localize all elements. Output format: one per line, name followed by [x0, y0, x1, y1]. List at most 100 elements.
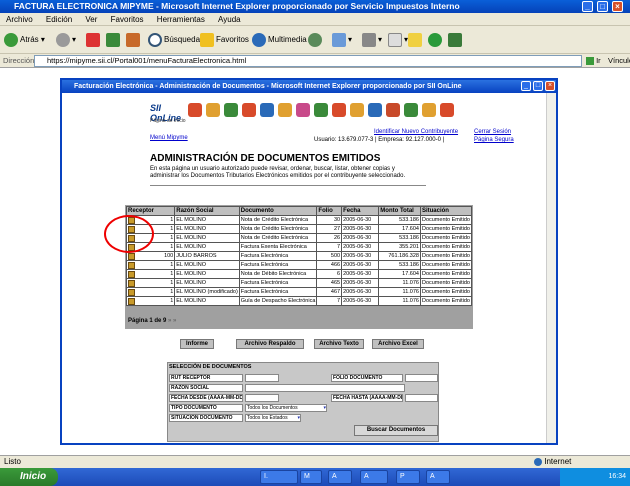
menu-favoritos[interactable]: Favoritos: [111, 15, 144, 24]
menu-herramientas[interactable]: Herramientas: [157, 15, 205, 24]
edit-icon[interactable]: [128, 297, 135, 305]
menu-ver[interactable]: Ver: [85, 15, 97, 24]
table-row[interactable]: 1 EL MOLINO Nota de Crédito Electrónica 30 2…: [125, 215, 473, 225]
service-icon-2[interactable]: [206, 103, 220, 117]
col-receptor[interactable]: Receptor: [125, 206, 176, 216]
tipo-documento-select[interactable]: Todos los Documentos ▾: [245, 404, 327, 412]
col-fecha[interactable]: Fecha: [341, 206, 380, 216]
history-button[interactable]: [308, 31, 324, 49]
popup-scrollbar[interactable]: [546, 93, 556, 443]
col-documento[interactable]: Documento: [238, 206, 318, 216]
search-documents-button[interactable]: Buscar Documentos: [354, 425, 438, 436]
table-row[interactable]: 1 EL MOLINO Factura Electrónica 466 2005-06-…: [125, 260, 473, 270]
table-row[interactable]: 1 EL MOLINO Nota de Débito Electrónica 6 200…: [125, 269, 473, 279]
service-icon-7[interactable]: [296, 103, 310, 117]
chevron-down-icon: ▾: [297, 415, 300, 421]
search-button[interactable]: Búsqueda: [148, 31, 200, 49]
table-row[interactable]: 1 EL MOLINO Factura Exenta Electrónica 7 200…: [125, 242, 473, 252]
service-icon-1[interactable]: [188, 103, 202, 117]
col-situacion[interactable]: Situación: [419, 206, 473, 216]
taskbar-item-5[interactable]: P: [396, 470, 420, 484]
address-input[interactable]: https://mipyme.sii.cl/Portal001/menuFact…: [34, 55, 582, 67]
service-icon-13[interactable]: [404, 103, 418, 117]
forward-button[interactable]: ▾: [56, 31, 76, 49]
messenger-button[interactable]: [428, 31, 444, 49]
service-icon-6[interactable]: [278, 103, 292, 117]
edit-icon[interactable]: [128, 270, 135, 278]
home-label[interactable]: Página de Inicio: [150, 118, 186, 124]
edit-icon[interactable]: [128, 279, 135, 287]
popup-minimize-button[interactable]: _: [521, 81, 531, 91]
service-icon-3[interactable]: [224, 103, 238, 117]
table-row[interactable]: 100 JULIO BARROS Factura Electrónica 500 200…: [125, 251, 473, 261]
situacion-select[interactable]: Todos los Estados ▾: [245, 414, 301, 422]
menu-ayuda[interactable]: Ayuda: [218, 15, 241, 24]
edit-button[interactable]: ▾: [388, 31, 408, 49]
taskbar-item-3[interactable]: A: [328, 470, 352, 484]
archivo-excel-button[interactable]: Archivo Excel: [372, 339, 424, 349]
next-page-icon[interactable]: » »: [168, 318, 176, 324]
popup-close-button[interactable]: ×: [545, 81, 555, 91]
chevron-down-icon: ▾: [323, 405, 326, 411]
popup-maximize-button[interactable]: □: [533, 81, 543, 91]
menu-bar: Archivo Edición Ver Favoritos Herramient…: [0, 13, 630, 26]
col-razon-social[interactable]: Razón Social: [174, 206, 240, 216]
minimize-button[interactable]: _: [582, 1, 593, 12]
archivo-respaldo-button[interactable]: Archivo Respaldo: [236, 339, 304, 349]
service-icon-5[interactable]: [260, 103, 274, 117]
home-button[interactable]: [126, 31, 142, 49]
edit-icon[interactable]: [128, 288, 135, 296]
fecha-hasta-input[interactable]: [405, 394, 438, 402]
taskbar-item-6[interactable]: A: [426, 470, 450, 484]
taskbar-item-1[interactable]: I.: [260, 470, 298, 484]
service-icon-11[interactable]: [368, 103, 382, 117]
discuss-button[interactable]: [408, 31, 424, 49]
history-icon: [308, 32, 322, 47]
taskbar-item-2[interactable]: M: [300, 470, 322, 484]
stop-button[interactable]: [86, 31, 102, 49]
identify-contributor-link[interactable]: Identificar Nuevo Contribuyente: [374, 129, 458, 135]
close-button[interactable]: ×: [612, 1, 623, 12]
taskbar-item-4[interactable]: A: [360, 470, 388, 484]
menu-mipyme-link[interactable]: Menú Mipyme: [150, 135, 188, 141]
menu-archivo[interactable]: Archivo: [6, 15, 33, 24]
mail-button[interactable]: ▾: [332, 31, 352, 49]
edit-icon[interactable]: [128, 252, 135, 260]
refresh-button[interactable]: [106, 31, 122, 49]
rut-input[interactable]: [245, 374, 279, 382]
service-icon-4[interactable]: [242, 103, 256, 117]
clover-icon: [428, 32, 442, 47]
col-monto[interactable]: Monto Total: [378, 206, 421, 216]
folio-input[interactable]: [405, 374, 438, 382]
service-icon-14[interactable]: [422, 103, 436, 117]
back-button[interactable]: Atrás ▾: [4, 31, 45, 49]
table-row[interactable]: 1 EL MOLINO Factura Electrónica 465 2005-06-…: [125, 278, 473, 288]
table-row[interactable]: 1 EL MOLINO Nota de Crédito Electrónica 27 2…: [125, 224, 473, 234]
zone-indicator: Internet: [534, 456, 571, 468]
table-row[interactable]: 1 EL MOLINO Nota de Crédito Electrónica 26 2…: [125, 233, 473, 243]
logout-link[interactable]: Cerrar Sesión: [474, 129, 511, 135]
links-label[interactable]: Vínculos: [608, 54, 630, 68]
service-icon-15[interactable]: [440, 103, 454, 117]
service-icon-8[interactable]: [314, 103, 328, 117]
edit-icon[interactable]: [128, 261, 135, 269]
archivo-texto-button[interactable]: Archivo Texto: [314, 339, 364, 349]
razon-social-input[interactable]: [245, 384, 405, 392]
extra-button[interactable]: [448, 31, 464, 49]
service-icon-12[interactable]: [386, 103, 400, 117]
menu-edicion[interactable]: Edición: [46, 15, 72, 24]
table-row[interactable]: 1 EL MOLINO (modificado) Factura Electróni…: [125, 287, 473, 297]
start-button[interactable]: Inicio: [0, 468, 58, 486]
multimedia-button[interactable]: Multimedia: [252, 31, 307, 49]
maximize-button[interactable]: □: [597, 1, 608, 12]
informe-button[interactable]: Informe: [180, 339, 214, 349]
table-row[interactable]: 1 EL MOLINO Guía de Despacho Electrónica 7 2…: [125, 296, 473, 306]
go-button[interactable]: Ir: [586, 54, 601, 68]
print-button[interactable]: ▾: [362, 31, 382, 49]
favorites-button[interactable]: Favoritos: [200, 31, 249, 49]
service-icon-9[interactable]: [332, 103, 346, 117]
service-icon-10[interactable]: [350, 103, 364, 117]
col-folio[interactable]: Folio: [316, 206, 343, 216]
secure-page-link[interactable]: Página Segura: [474, 137, 514, 143]
fecha-desde-input[interactable]: [245, 394, 279, 402]
